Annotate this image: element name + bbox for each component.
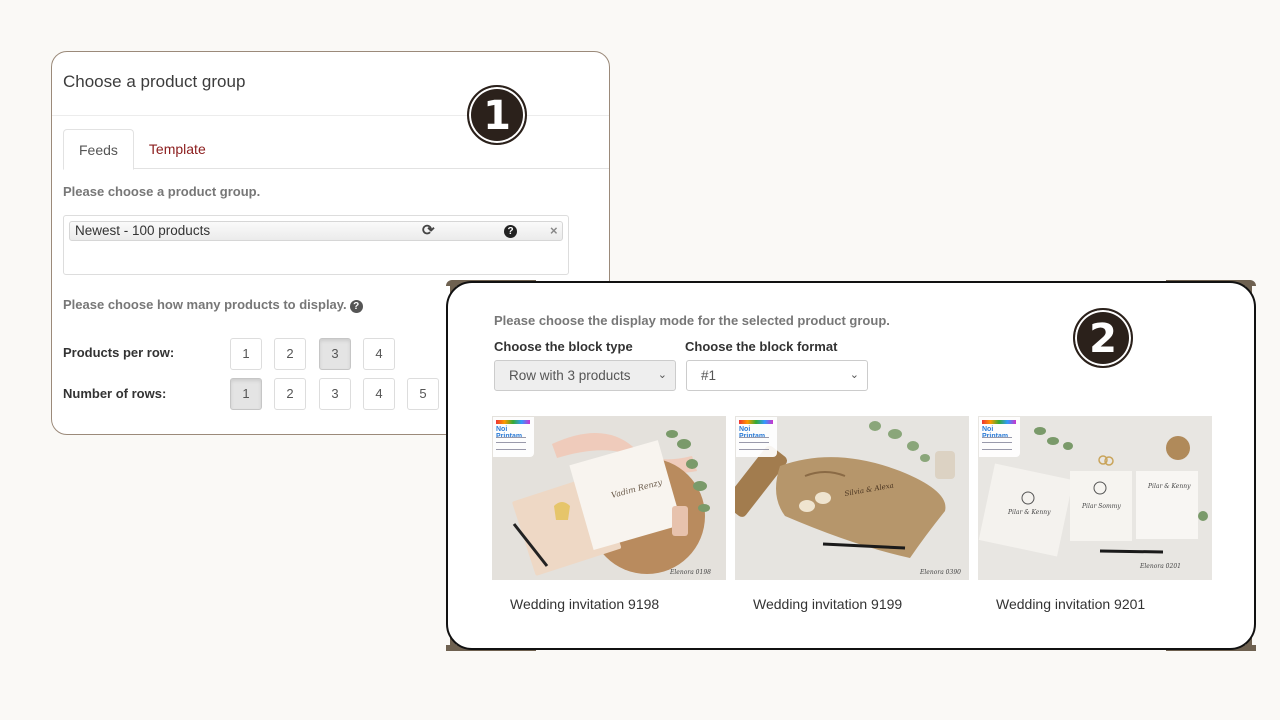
- chevron-down-icon: ⌄: [849, 369, 859, 381]
- svg-text:Pilar Sommy: Pilar Sommy: [1081, 503, 1121, 510]
- card-title: Choose a product group: [63, 72, 246, 91]
- number-of-rows-4[interactable]: 4: [363, 378, 395, 410]
- product-title[interactable]: Wedding invitation 9199: [735, 596, 969, 612]
- svg-text:Elenora 0198: Elenora 0198: [669, 569, 711, 576]
- product-group-prompt: Please choose a product group.: [63, 184, 261, 199]
- svg-text:Pilar & Kenny: Pilar & Kenny: [1147, 483, 1191, 490]
- block-type-label: Choose the block type: [494, 339, 633, 354]
- product-card[interactable]: Silvia & Alexa Elenora 0390 Noi Printam …: [735, 416, 969, 612]
- products-per-row-2[interactable]: 2: [274, 338, 306, 370]
- block-type-value: Row with 3 products: [509, 368, 631, 383]
- printing-company-logo: Noi Printam: [493, 417, 534, 457]
- products-per-row-3[interactable]: 3: [319, 338, 351, 370]
- count-prompt-text: Please choose how many products to displ…: [63, 297, 347, 312]
- products-per-row-1[interactable]: 1: [230, 338, 262, 370]
- block-type-select[interactable]: Row with 3 products ⌄: [494, 360, 676, 391]
- products-per-row-label: Products per row:: [63, 345, 175, 360]
- step-badge-1: 1: [467, 85, 527, 145]
- count-prompt: Please choose how many products to displ…: [63, 297, 363, 313]
- product-image[interactable]: Pilar & Kenny Pilar Sommy Pilar & Kenny …: [978, 416, 1212, 580]
- product-card[interactable]: Vadim Renzy Elenora 0198 Noi Printam Wed…: [492, 416, 726, 612]
- block-format-value: #1: [701, 368, 717, 383]
- product-title[interactable]: Wedding invitation 9201: [978, 596, 1212, 612]
- selected-product-group-chip[interactable]: Newest - 100 products ⟳ ? ×: [69, 221, 563, 241]
- chevron-down-icon: ⌄: [657, 369, 667, 381]
- help-icon[interactable]: ?: [504, 225, 517, 238]
- product-group-select[interactable]: Newest - 100 products ⟳ ? ×: [63, 215, 569, 275]
- step-badge-2: 2: [1073, 308, 1133, 368]
- product-title[interactable]: Wedding invitation 9198: [492, 596, 726, 612]
- number-of-rows-3[interactable]: 3: [319, 378, 351, 410]
- tab-template[interactable]: Template: [134, 129, 221, 169]
- display-mode-card: Please choose the display mode for the s…: [446, 281, 1256, 650]
- number-of-rows-5[interactable]: 5: [407, 378, 439, 410]
- products-per-row-4[interactable]: 4: [363, 338, 395, 370]
- svg-text:Pilar & Kenny: Pilar & Kenny: [1007, 509, 1051, 516]
- number-of-rows-2[interactable]: 2: [274, 378, 306, 410]
- product-image[interactable]: Silvia & Alexa Elenora 0390 Noi Printam: [735, 416, 969, 580]
- close-icon[interactable]: ×: [550, 223, 558, 239]
- refresh-icon[interactable]: ⟳: [422, 223, 435, 239]
- display-mode-prompt: Please choose the display mode for the s…: [494, 313, 890, 328]
- svg-text:Elenora 0201: Elenora 0201: [1139, 563, 1181, 570]
- number-of-rows-1[interactable]: 1: [230, 378, 262, 410]
- display-mode-card-wrapper: Please choose the display mode for the s…: [446, 280, 1256, 651]
- tab-feeds[interactable]: Feeds: [63, 129, 134, 170]
- block-format-select[interactable]: #1 ⌄: [686, 360, 868, 391]
- product-card[interactable]: Pilar & Kenny Pilar Sommy Pilar & Kenny …: [978, 416, 1212, 612]
- svg-text:Elenora 0390: Elenora 0390: [919, 569, 961, 576]
- number-of-rows-label: Number of rows:: [63, 386, 167, 401]
- printing-company-logo: Noi Printam: [736, 417, 777, 457]
- selected-product-group-label: Newest - 100 products: [75, 223, 211, 238]
- help-icon[interactable]: ?: [349, 300, 363, 313]
- block-format-label: Choose the block format: [685, 339, 838, 354]
- printing-company-logo: Noi Printam: [979, 417, 1020, 457]
- tab-bar: Feeds Template: [63, 129, 609, 170]
- product-image[interactable]: Vadim Renzy Elenora 0198 Noi Printam: [492, 416, 726, 580]
